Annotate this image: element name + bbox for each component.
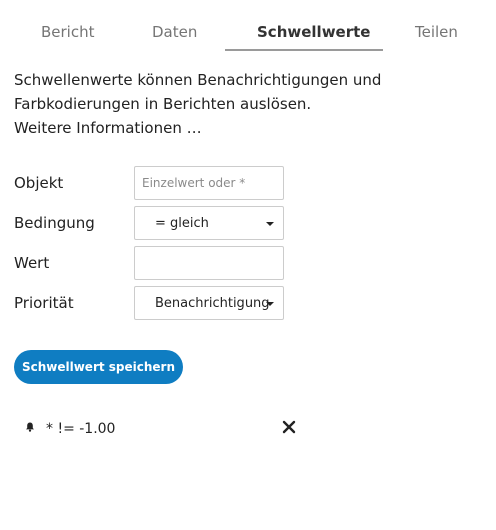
priority-select[interactable]: Benachrichtigung — [134, 286, 284, 320]
condition-label: Bedingung — [14, 214, 95, 232]
more-info-link[interactable]: Weitere Informationen … — [14, 116, 484, 140]
priority-selected-value: Benachrichtigung — [155, 296, 270, 311]
save-threshold-button[interactable]: Schwellwert speichern — [14, 350, 183, 384]
tab-schwellwerte[interactable]: Schwellwerte — [257, 23, 370, 41]
object-input[interactable] — [135, 167, 283, 199]
tab-bericht[interactable]: Bericht — [41, 23, 95, 41]
object-label: Objekt — [14, 174, 64, 192]
object-field-wrapper — [134, 166, 284, 200]
tab-bar: Bericht Daten Schwellwerte Teilen — [0, 0, 496, 52]
value-input[interactable] — [135, 247, 283, 279]
close-icon[interactable] — [280, 418, 298, 436]
bell-icon — [26, 422, 34, 432]
caret-down-icon — [266, 302, 274, 306]
condition-select[interactable]: = gleich — [134, 206, 284, 240]
tab-daten[interactable]: Daten — [152, 23, 197, 41]
description-text: Schwellenwerte können Benachrichtigungen… — [14, 71, 382, 113]
value-field-wrapper — [134, 246, 284, 280]
caret-down-icon — [266, 222, 274, 226]
active-tab-indicator — [225, 49, 383, 51]
value-label: Wert — [14, 254, 50, 272]
threshold-rule-text: * != -1.00 — [46, 421, 116, 437]
tab-teilen[interactable]: Teilen — [415, 23, 458, 41]
thresholds-description: Schwellenwerte können Benachrichtigungen… — [14, 68, 484, 140]
condition-selected-value: = gleich — [155, 216, 209, 231]
priority-label: Priorität — [14, 294, 74, 312]
